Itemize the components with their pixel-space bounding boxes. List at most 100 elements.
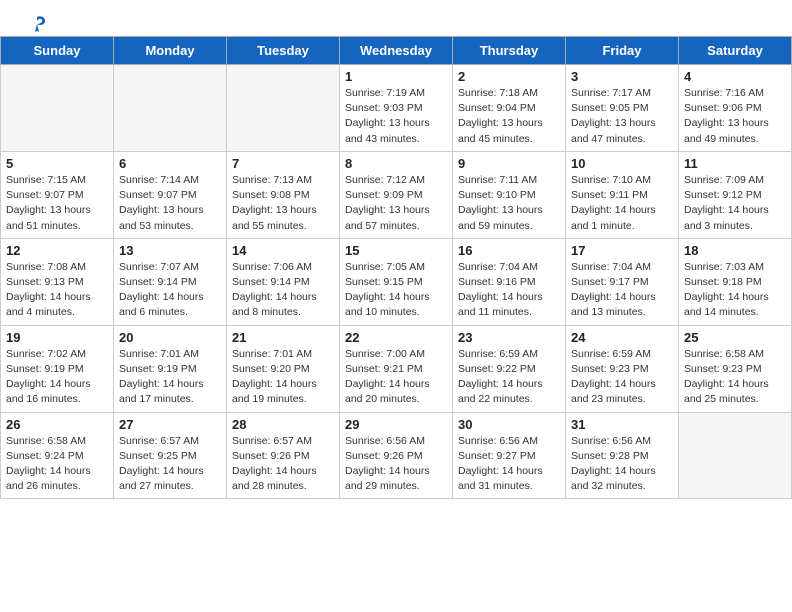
calendar-cell: 19Sunrise: 7:02 AM Sunset: 9:19 PM Dayli… — [1, 325, 114, 412]
day-number: 28 — [232, 417, 334, 432]
calendar-cell: 18 Sunrise: 7:03 AM Sunset: 9:18 PM Dayli… — [679, 238, 792, 325]
day-info: Sunrise: 7:12 AM Sunset: 9:09 PM Dayligh… — [345, 173, 447, 234]
day-info: Sunrise: 7:08 AM Sunset: 9:13 PM Dayligh… — [6, 260, 108, 321]
calendar-cell: 28 Sunrise: 6:57 AM Sunset: 9:26 PM Dayli… — [227, 412, 340, 499]
weekday-header-sunday: Sunday — [1, 37, 114, 65]
day-number: 24 — [571, 330, 673, 345]
day-info: Sunrise: 6:59 AM Sunset: 9:23 PM Dayligh… — [571, 347, 673, 408]
calendar-cell — [227, 65, 340, 152]
day-info: Sunrise: 7:17 AM Sunset: 9:05 PM Dayligh… — [571, 86, 673, 147]
calendar-cell: 24 Sunrise: 6:59 AM Sunset: 9:23 PM Dayli… — [566, 325, 679, 412]
day-number: 7 — [232, 156, 334, 171]
day-number: 10 — [571, 156, 673, 171]
calendar-cell: 3 Sunrise: 7:17 AM Sunset: 9:05 PM Daylig… — [566, 65, 679, 152]
calendar-cell: 31 Sunrise: 6:56 AM Sunset: 9:28 PM Dayli… — [566, 412, 679, 499]
day-info: Sunrise: 7:11 AM Sunset: 9:10 PM Dayligh… — [458, 173, 560, 234]
calendar-week-2: 5Sunrise: 7:15 AM Sunset: 9:07 PM Daylig… — [1, 151, 792, 238]
day-number: 17 — [571, 243, 673, 258]
day-number: 4 — [684, 69, 786, 84]
day-number: 14 — [232, 243, 334, 258]
day-info: Sunrise: 7:19 AM Sunset: 9:03 PM Dayligh… — [345, 86, 447, 147]
day-info: Sunrise: 7:02 AM Sunset: 9:19 PM Dayligh… — [6, 347, 108, 408]
day-info: Sunrise: 7:04 AM Sunset: 9:16 PM Dayligh… — [458, 260, 560, 321]
day-number: 30 — [458, 417, 560, 432]
day-number: 20 — [119, 330, 221, 345]
day-number: 16 — [458, 243, 560, 258]
calendar-cell: 6 Sunrise: 7:14 AM Sunset: 9:07 PM Daylig… — [114, 151, 227, 238]
calendar-cell: 20Sunrise: 7:01 AM Sunset: 9:19 PM Dayli… — [114, 325, 227, 412]
calendar-cell: 26 Sunrise: 6:58 AM Sunset: 9:24 PM Dayli… — [1, 412, 114, 499]
calendar-cell: 7 Sunrise: 7:13 AM Sunset: 9:08 PM Daylig… — [227, 151, 340, 238]
day-number: 2 — [458, 69, 560, 84]
calendar-week-5: 26 Sunrise: 6:58 AM Sunset: 9:24 PM Dayli… — [1, 412, 792, 499]
calendar-cell: 5Sunrise: 7:15 AM Sunset: 9:07 PM Daylig… — [1, 151, 114, 238]
calendar-cell: 13 Sunrise: 7:07 AM Sunset: 9:14 PM Dayli… — [114, 238, 227, 325]
calendar-cell: 22 Sunrise: 7:00 AM Sunset: 9:21 PM Dayli… — [340, 325, 453, 412]
calendar-cell: 15 Sunrise: 7:05 AM Sunset: 9:15 PM Dayli… — [340, 238, 453, 325]
weekday-header-thursday: Thursday — [453, 37, 566, 65]
day-info: Sunrise: 7:05 AM Sunset: 9:15 PM Dayligh… — [345, 260, 447, 321]
weekday-header-friday: Friday — [566, 37, 679, 65]
logo — [24, 18, 48, 28]
calendar-cell: 2 Sunrise: 7:18 AM Sunset: 9:04 PM Daylig… — [453, 65, 566, 152]
day-info: Sunrise: 6:58 AM Sunset: 9:23 PM Dayligh… — [684, 347, 786, 408]
day-number: 25 — [684, 330, 786, 345]
day-number: 3 — [571, 69, 673, 84]
day-number: 26 — [6, 417, 108, 432]
day-number: 31 — [571, 417, 673, 432]
weekday-header-monday: Monday — [114, 37, 227, 65]
day-info: Sunrise: 6:57 AM Sunset: 9:25 PM Dayligh… — [119, 434, 221, 495]
calendar-cell: 4 Sunrise: 7:16 AM Sunset: 9:06 PM Daylig… — [679, 65, 792, 152]
logo-bird-icon — [26, 14, 48, 36]
day-number: 22 — [345, 330, 447, 345]
day-info: Sunrise: 7:03 AM Sunset: 9:18 PM Dayligh… — [684, 260, 786, 321]
calendar-cell: 8 Sunrise: 7:12 AM Sunset: 9:09 PM Daylig… — [340, 151, 453, 238]
calendar-cell — [679, 412, 792, 499]
weekday-header-saturday: Saturday — [679, 37, 792, 65]
day-info: Sunrise: 7:01 AM Sunset: 9:20 PM Dayligh… — [232, 347, 334, 408]
page-header — [0, 0, 792, 36]
day-info: Sunrise: 7:16 AM Sunset: 9:06 PM Dayligh… — [684, 86, 786, 147]
day-number: 15 — [345, 243, 447, 258]
day-info: Sunrise: 6:59 AM Sunset: 9:22 PM Dayligh… — [458, 347, 560, 408]
calendar-week-3: 12 Sunrise: 7:08 AM Sunset: 9:13 PM Dayli… — [1, 238, 792, 325]
day-number: 6 — [119, 156, 221, 171]
calendar-cell: 25 Sunrise: 6:58 AM Sunset: 9:23 PM Dayli… — [679, 325, 792, 412]
day-info: Sunrise: 6:56 AM Sunset: 9:27 PM Dayligh… — [458, 434, 560, 495]
calendar-cell: 30 Sunrise: 6:56 AM Sunset: 9:27 PM Dayli… — [453, 412, 566, 499]
calendar-cell: 17 Sunrise: 7:04 AM Sunset: 9:17 PM Dayli… — [566, 238, 679, 325]
day-info: Sunrise: 7:06 AM Sunset: 9:14 PM Dayligh… — [232, 260, 334, 321]
day-info: Sunrise: 7:13 AM Sunset: 9:08 PM Dayligh… — [232, 173, 334, 234]
calendar-week-1: 1 Sunrise: 7:19 AM Sunset: 9:03 PM Daylig… — [1, 65, 792, 152]
day-info: Sunrise: 7:00 AM Sunset: 9:21 PM Dayligh… — [345, 347, 447, 408]
day-info: Sunrise: 6:56 AM Sunset: 9:28 PM Dayligh… — [571, 434, 673, 495]
calendar-cell: 11Sunrise: 7:09 AM Sunset: 9:12 PM Dayli… — [679, 151, 792, 238]
calendar-cell: 10Sunrise: 7:10 AM Sunset: 9:11 PM Dayli… — [566, 151, 679, 238]
day-info: Sunrise: 7:07 AM Sunset: 9:14 PM Dayligh… — [119, 260, 221, 321]
calendar-table: SundayMondayTuesdayWednesdayThursdayFrid… — [0, 36, 792, 499]
day-number: 12 — [6, 243, 108, 258]
calendar-cell: 27Sunrise: 6:57 AM Sunset: 9:25 PM Dayli… — [114, 412, 227, 499]
day-number: 5 — [6, 156, 108, 171]
day-info: Sunrise: 6:58 AM Sunset: 9:24 PM Dayligh… — [6, 434, 108, 495]
day-number: 13 — [119, 243, 221, 258]
calendar-cell: 29 Sunrise: 6:56 AM Sunset: 9:26 PM Dayli… — [340, 412, 453, 499]
day-number: 8 — [345, 156, 447, 171]
day-info: Sunrise: 7:09 AM Sunset: 9:12 PM Dayligh… — [684, 173, 786, 234]
day-number: 18 — [684, 243, 786, 258]
day-info: Sunrise: 6:56 AM Sunset: 9:26 PM Dayligh… — [345, 434, 447, 495]
day-number: 1 — [345, 69, 447, 84]
calendar-cell: 16 Sunrise: 7:04 AM Sunset: 9:16 PM Dayli… — [453, 238, 566, 325]
day-number: 23 — [458, 330, 560, 345]
calendar-cell — [114, 65, 227, 152]
calendar-cell: 9Sunrise: 7:11 AM Sunset: 9:10 PM Daylig… — [453, 151, 566, 238]
day-info: Sunrise: 7:14 AM Sunset: 9:07 PM Dayligh… — [119, 173, 221, 234]
calendar-cell: 23 Sunrise: 6:59 AM Sunset: 9:22 PM Dayli… — [453, 325, 566, 412]
day-info: Sunrise: 7:04 AM Sunset: 9:17 PM Dayligh… — [571, 260, 673, 321]
day-number: 29 — [345, 417, 447, 432]
day-number: 21 — [232, 330, 334, 345]
day-info: Sunrise: 6:57 AM Sunset: 9:26 PM Dayligh… — [232, 434, 334, 495]
calendar-header-row: SundayMondayTuesdayWednesdayThursdayFrid… — [1, 37, 792, 65]
weekday-header-tuesday: Tuesday — [227, 37, 340, 65]
day-info: Sunrise: 7:18 AM Sunset: 9:04 PM Dayligh… — [458, 86, 560, 147]
